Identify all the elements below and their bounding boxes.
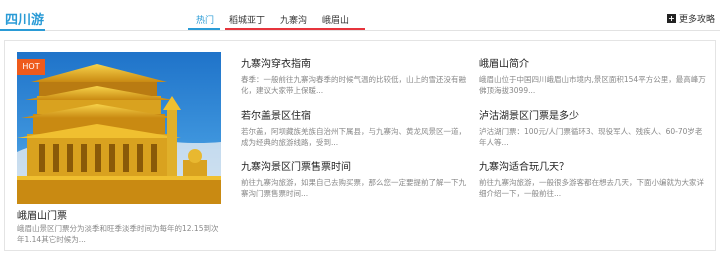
section-header: 四川游 热门 稻城亚丁 九寨沟 峨眉山 + 更多攻略: [0, 0, 720, 31]
article-item: 九寨沟适合玩几天？ 前往九寨沟旅游，一般很多游客都在想去几天，下面小编就为大家详…: [479, 158, 707, 199]
article-desc: 前往九寨沟旅游，如果自己去购买票，那么您一定要提前了解一下九寨沟门票售票时间..…: [241, 178, 466, 198]
title-underline: [0, 29, 45, 31]
article-desc: 若尔盖，阿坝藏族羌族自治州下属县，与九寨沟、黄龙风景区一道，成为经典的旅游线路，…: [241, 127, 466, 147]
section-title: 四川游: [5, 13, 45, 28]
feature-title[interactable]: 峨眉山门票: [17, 207, 67, 222]
article-item: 九寨沟穿衣指南 春季：一般前往九寨沟春季的时候气温的比较低，山上的雪还没有融化，…: [241, 55, 469, 96]
article-desc: 泸沽湖门票：100元/人门票循环3、现役军人、残疾人、60-70岁老年人等...: [479, 127, 703, 147]
article-desc: 前往九寨沟旅游，一般很多游客都在想去几天，下面小编就为大家详细介绍一下，一般前往…: [479, 178, 704, 198]
tab-emeishan[interactable]: 峨眉山: [322, 13, 349, 26]
more-guides-link[interactable]: + 更多攻略: [666, 12, 715, 25]
active-tab-indicator: [188, 28, 220, 30]
article-desc: 峨眉山位于中国四川峨眉山市境内,景区面积154平方公里，最高峰万佛顶海拔3099…: [479, 75, 706, 95]
content-panel: HOT 峨眉山门票 峨眉山景区门票分为淡季和旺季淡季时间为每年的12.15到次年…: [4, 40, 716, 251]
tab-group-underline: [225, 28, 365, 30]
more-guides-label: 更多攻略: [678, 15, 715, 25]
article-title[interactable]: 峨眉山简介: [479, 55, 707, 70]
article-item: 泸沽湖景区门票是多少 泸沽湖门票：100元/人门票循环3、现役军人、残疾人、60…: [479, 107, 707, 148]
article-title[interactable]: 泸沽湖景区门票是多少: [479, 107, 707, 122]
feature-image[interactable]: HOT: [17, 52, 221, 204]
feature-desc: 峨眉山景区门票分为淡季和旺季淡季时间为每年的12.15到次年1.14其它时候为.…: [17, 224, 219, 244]
article-item: 若尔盖景区住宿 若尔盖，阿坝藏族羌族自治州下属县，与九寨沟、黄龙风景区一道，成为…: [241, 107, 469, 148]
article-item: 九寨沟景区门票售票时间 前往九寨沟旅游，如果自己去购买票，那么您一定要提前了解一…: [241, 158, 469, 199]
tab-jiuzhaigou[interactable]: 九寨沟: [280, 13, 307, 26]
article-item: 峨眉山简介 峨眉山位于中国四川峨眉山市境内,景区面积154平方公里，最高峰万佛顶…: [479, 55, 707, 96]
article-desc: 春季：一般前往九寨沟春季的时候气温的比较低，山上的雪还没有融化，建议大家带上保暖…: [241, 75, 466, 95]
article-title[interactable]: 若尔盖景区住宿: [241, 107, 469, 122]
article-title[interactable]: 九寨沟景区门票售票时间: [241, 158, 469, 173]
tab-daocheng-yading[interactable]: 稻城亚丁: [229, 13, 265, 26]
golden-temple-image: [17, 52, 221, 204]
plus-icon: +: [666, 14, 676, 23]
article-title[interactable]: 九寨沟穿衣指南: [241, 55, 469, 70]
tab-hot[interactable]: 热门: [196, 13, 214, 26]
article-title[interactable]: 九寨沟适合玩几天？: [479, 158, 707, 173]
hot-badge: HOT: [17, 59, 45, 75]
header-divider: [45, 30, 720, 31]
